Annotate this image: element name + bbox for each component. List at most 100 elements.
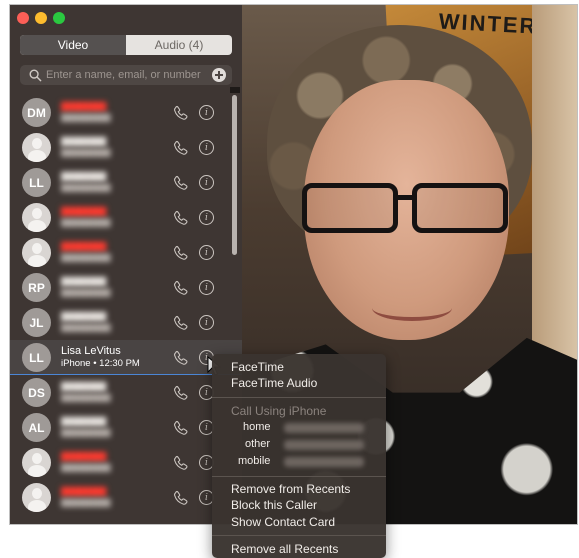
recent-call-row[interactable]: ████████ ██████████ i [10,445,242,480]
contact-name: ████████ [61,242,107,251]
recent-call-row[interactable]: DS ████████ ██████████ i [10,375,242,410]
menu-header-call-using-iphone: Call Using iPhone [231,404,327,418]
phone-icon[interactable] [173,280,189,296]
menu-item-block-caller[interactable]: Block this Caller [231,498,317,512]
contact-silhouette-icon [22,203,51,232]
person-smile [372,295,452,321]
mobile-number-blurred [284,457,364,467]
home-number-blurred [284,423,364,433]
avatar: LL [22,168,51,197]
close-button[interactable] [17,12,29,24]
call-details: ██████████ [61,150,111,157]
minimize-button[interactable] [35,12,47,24]
phone-icon[interactable] [173,350,189,366]
phone-icon[interactable] [173,490,189,506]
menu-separator [212,535,386,536]
contact-name: ████████ [61,172,107,181]
phone-icon[interactable] [173,245,189,261]
info-icon[interactable]: i [199,140,214,155]
recent-call-text: ████████ ██████████ [61,275,169,300]
avatar: RP [22,273,51,302]
context-menu: FaceTime FaceTime Audio Call Using iPhon… [212,354,386,558]
contact-name: ████████ [61,487,107,496]
contact-name: Lisa LeVitus [61,345,121,357]
search-field [20,65,232,85]
info-icon[interactable]: i [199,245,214,260]
phone-icon[interactable] [173,315,189,331]
contact-name: ████████ [61,277,107,286]
recent-call-row[interactable]: ████████ ██████████ i [10,200,242,235]
avatar: JL [22,308,51,337]
call-details: ██████████ [61,325,111,332]
contact-name: ████████ [61,312,107,321]
tab-audio[interactable]: Audio (4) [126,35,232,55]
info-icon[interactable]: i [199,315,214,330]
menu-item-other[interactable]: other [245,438,270,450]
recent-call-row[interactable]: AL ████████ ██████████ i [10,410,242,445]
phone-icon[interactable] [173,385,189,401]
recent-call-text: ████████ ██████████ [61,135,169,160]
contact-silhouette-icon [22,238,51,267]
phone-icon[interactable] [173,210,189,226]
recent-call-row[interactable]: ████████ ██████████ i [10,480,242,515]
person-glasses [302,183,512,233]
search-input[interactable] [42,69,212,81]
recent-call-row[interactable]: LL ████████ ██████████ i [10,165,242,200]
mode-segmented-control: Video Audio (4) [20,35,232,55]
contact-name: ████████ [61,382,107,391]
menu-item-remove-from-recents[interactable]: Remove from Recents [231,482,350,496]
contact-silhouette-icon [22,133,51,162]
recent-call-text: Lisa LeVitus iPhone • 12:30 PM [61,345,169,370]
phone-icon[interactable] [173,140,189,156]
menu-item-facetime[interactable]: FaceTime [231,360,284,374]
menu-item-facetime-audio[interactable]: FaceTime Audio [231,376,317,390]
recent-call-row[interactable]: ████████ ██████████ i [10,130,242,165]
recent-call-text: ████████ ██████████ [61,100,169,125]
call-details: ██████████ [61,430,111,437]
other-number-blurred [284,440,364,450]
recent-call-text: ████████ ██████████ [61,380,169,405]
recent-call-text: ████████ ██████████ [61,450,169,475]
menu-separator [212,397,386,398]
contact-name: ████████ [61,417,107,426]
menu-item-show-contact-card[interactable]: Show Contact Card [231,515,335,529]
recent-call-row[interactable]: DM ████████ ██████████ i [10,95,242,130]
info-icon[interactable]: i [199,105,214,120]
call-details: ██████████ [61,220,111,227]
call-details: ██████████ [61,395,111,402]
recent-call-text: ████████ ██████████ [61,205,169,230]
info-icon[interactable]: i [199,280,214,295]
phone-icon[interactable] [173,105,189,121]
menu-item-home[interactable]: home [243,421,271,433]
call-details: ██████████ [61,115,111,122]
phone-icon[interactable] [173,175,189,191]
menu-item-mobile[interactable]: mobile [238,455,270,467]
recent-call-row[interactable]: JL ████████ ██████████ i [10,305,242,340]
call-details: ██████████ [61,465,111,472]
tab-video[interactable]: Video [20,35,126,55]
contact-silhouette-icon [22,483,51,512]
recent-call-text: ████████ ██████████ [61,485,169,510]
avatar: DM [22,98,51,127]
recent-call-text: ████████ ██████████ [61,240,169,265]
recents-list: DM ████████ ██████████ i ████████ ██████████ i… [10,95,242,515]
add-contact-icon[interactable] [212,68,226,82]
contact-name: ████████ [61,137,107,146]
call-details: ██████████ [61,500,111,507]
recent-call-row[interactable]: RP ████████ ██████████ i [10,270,242,305]
contact-name: ████████ [61,452,107,461]
menu-separator [212,476,386,477]
scroll-track-top [230,87,240,93]
menu-item-remove-all-recents[interactable]: Remove all Recents [231,542,338,556]
info-icon[interactable]: i [199,175,214,190]
contact-name: ████████ [61,102,107,111]
avatar: AL [22,413,51,442]
recent-call-row[interactable]: ████████ ██████████ i [10,235,242,270]
call-details: iPhone • 12:30 PM [61,358,140,369]
avatar: LL [22,343,51,372]
info-icon[interactable]: i [199,210,214,225]
zoom-button[interactable] [53,12,65,24]
phone-icon[interactable] [173,420,189,436]
phone-icon[interactable] [173,455,189,471]
call-details: ██████████ [61,290,111,297]
